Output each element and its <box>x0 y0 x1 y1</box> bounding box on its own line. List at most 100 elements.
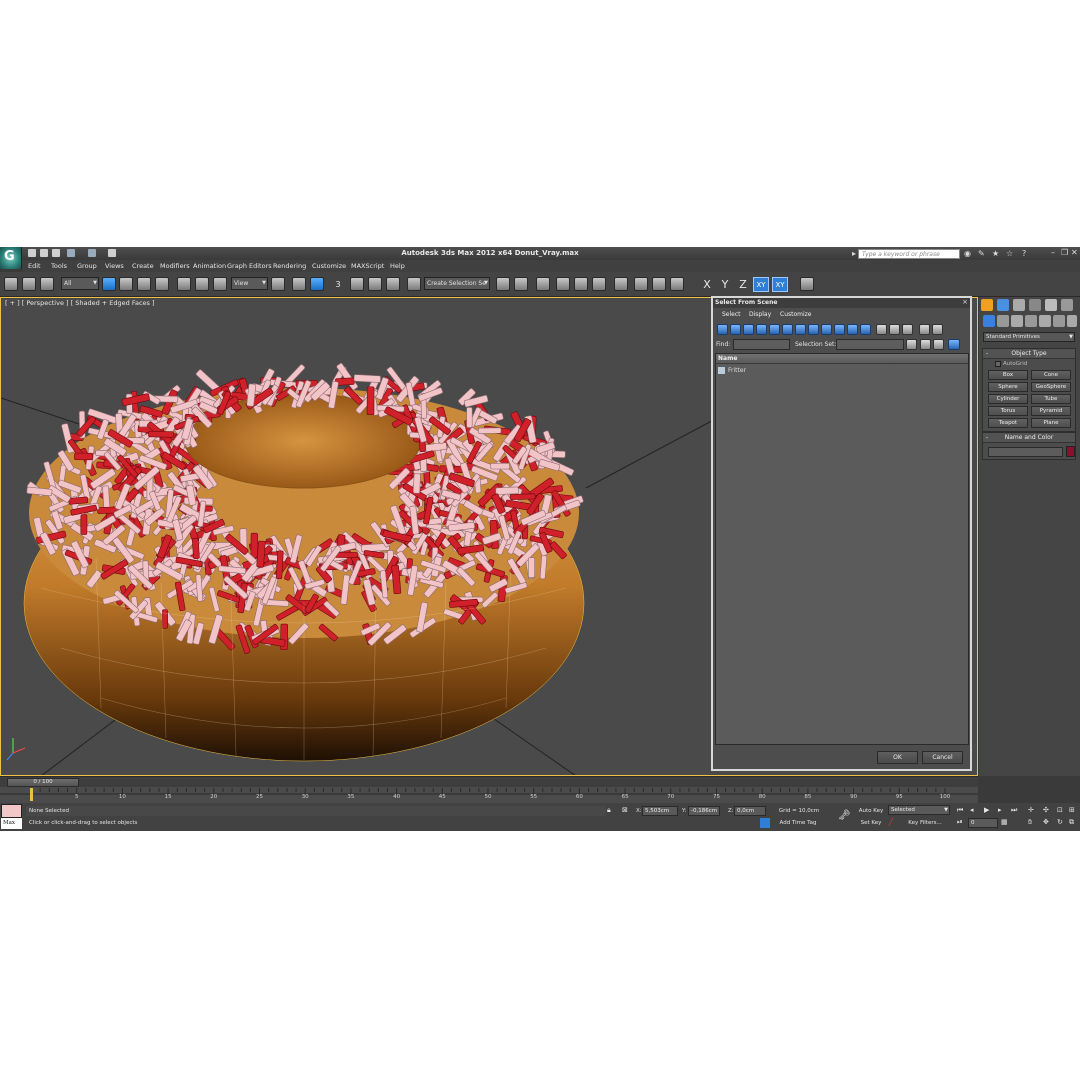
display-xrefs-icon[interactable] <box>808 324 819 335</box>
track-bar[interactable]: 5 10 15 20 25 30 35 40 45 50 55 60 65 70 75 80 85 90 95 100 <box>0 787 978 803</box>
edit-named-selection-icon[interactable] <box>407 277 421 291</box>
pivot-center-icon[interactable] <box>271 277 285 291</box>
select-all-icon[interactable] <box>876 324 887 335</box>
zoom-extents-all-icon[interactable]: ⊞ <box>1069 806 1075 814</box>
torus-button[interactable]: Torus <box>988 406 1028 416</box>
orbit-icon[interactable]: ↻ <box>1057 818 1063 826</box>
ok-button[interactable]: OK <box>877 751 918 764</box>
menu-modifiers[interactable]: Modifiers <box>160 262 190 270</box>
display-helpers-icon[interactable] <box>769 324 780 335</box>
axis-y-button[interactable]: Y <box>717 277 733 292</box>
display-bones-icon[interactable] <box>821 324 832 335</box>
close-icon[interactable]: ✕ <box>1071 248 1078 257</box>
time-tag-icon[interactable] <box>760 818 770 828</box>
menu-views[interactable]: Views <box>105 262 124 270</box>
set-key-mode-icon[interactable]: 🗝︎ <box>838 810 851 821</box>
utilities-tab-icon[interactable] <box>1061 299 1073 311</box>
hierarchy-tab-icon[interactable] <box>1013 299 1025 311</box>
selection-lock-icon[interactable]: 🔒︎ <box>607 806 611 815</box>
object-type-title[interactable]: Object Type <box>983 349 1075 359</box>
go-to-end-icon[interactable]: ⏭ <box>1011 806 1017 815</box>
key-filters-pencil-icon[interactable]: ╱ <box>889 818 893 826</box>
filter-options-icon[interactable] <box>932 324 943 335</box>
select-by-name-icon[interactable] <box>119 277 133 291</box>
autogrid-checkbox[interactable] <box>995 361 1001 367</box>
rectangular-selection-icon[interactable] <box>137 277 151 291</box>
z-coord-field[interactable]: 0,0cm <box>734 806 766 816</box>
box-button[interactable]: Box <box>988 370 1028 380</box>
menu-help[interactable]: Help <box>390 262 405 270</box>
scene-object-list[interactable]: Name Fritter <box>715 353 969 745</box>
helpers-category-icon[interactable] <box>1039 315 1051 327</box>
axis-xy-button[interactable]: XY <box>753 277 769 292</box>
layer-manager-icon[interactable] <box>536 277 550 291</box>
help-search-input[interactable]: Type a keyword or phrase <box>858 249 960 259</box>
key-selection-dropdown[interactable]: Selected <box>888 805 950 815</box>
menu-create[interactable]: Create <box>132 262 154 270</box>
help-icon[interactable]: ? <box>1022 249 1026 258</box>
dialog-close-icon[interactable]: × <box>962 298 968 306</box>
search-arrow-icon[interactable]: ▸ <box>852 249 856 258</box>
unlink-icon[interactable] <box>22 277 36 291</box>
display-containers-icon[interactable] <box>834 324 845 335</box>
menu-tools[interactable]: Tools <box>51 262 67 270</box>
select-manipulate-icon[interactable] <box>292 277 306 291</box>
render-production-icon[interactable] <box>670 277 684 291</box>
display-cameras-icon[interactable] <box>756 324 767 335</box>
sphere-button[interactable]: Sphere <box>988 382 1028 392</box>
field-of-view-icon[interactable]: ✋︎ <box>1028 818 1032 827</box>
play-icon[interactable]: ▶ <box>984 806 989 814</box>
selection-set-dropdown[interactable] <box>836 339 904 350</box>
axis-x-button[interactable]: X <box>699 277 715 292</box>
align-icon[interactable] <box>514 277 528 291</box>
go-to-start-icon[interactable]: ⏮ <box>957 806 963 815</box>
previous-frame-icon[interactable]: ◂ <box>970 806 974 814</box>
select-object-icon[interactable] <box>102 277 116 291</box>
plane-button[interactable]: Plane <box>1031 418 1071 428</box>
display-lights-icon[interactable] <box>743 324 754 335</box>
angle-snap-icon[interactable] <box>350 277 364 291</box>
rendered-frame-window-icon[interactable] <box>652 277 666 291</box>
pan-view-icon[interactable]: ✥ <box>1043 818 1049 826</box>
maxscript-label[interactable]: Max <box>1 818 22 829</box>
viewport-label[interactable]: [ + ] [ Perspective ] [ Shaded + Edged F… <box>5 299 155 307</box>
favorites-icon[interactable]: ★ <box>992 249 999 258</box>
display-hidden-icon[interactable] <box>860 324 871 335</box>
zoom-extents-icon[interactable]: ⊡ <box>1057 806 1063 814</box>
cylinder-button[interactable]: Cylinder <box>988 394 1028 404</box>
reference-coordinate-dropdown[interactable]: View <box>231 277 268 290</box>
maxscript-listener-mini[interactable] <box>1 804 22 818</box>
schematic-view-icon[interactable] <box>592 277 606 291</box>
menu-maxscript[interactable]: MAXScript <box>351 262 384 270</box>
maximize-viewport-icon[interactable]: ⧉ <box>1069 818 1074 827</box>
shapes-category-icon[interactable] <box>997 315 1009 327</box>
hierarchy-icon[interactable] <box>920 339 931 350</box>
tube-button[interactable]: Tube <box>1031 394 1071 404</box>
absolute-mode-icon[interactable]: ⊠ <box>622 806 628 814</box>
select-none-icon[interactable] <box>889 324 900 335</box>
name-column-header[interactable]: Name <box>716 354 968 364</box>
key-filters-button[interactable]: Key Filters... <box>900 818 950 828</box>
dialog-menu-customize[interactable]: Customize <box>780 311 812 318</box>
render-setup-icon[interactable] <box>634 277 648 291</box>
display-space-warps-icon[interactable] <box>782 324 793 335</box>
selection-filter-dropdown[interactable]: All <box>61 277 99 290</box>
dialog-menu-select[interactable]: Select <box>722 311 741 318</box>
restore-icon[interactable]: ❐ <box>1061 248 1068 257</box>
menu-rendering[interactable]: Rendering <box>273 262 306 270</box>
named-selection-dropdown[interactable]: Create Selection Se <box>424 277 490 290</box>
auto-key-button[interactable]: Auto Key <box>855 806 887 816</box>
material-editor-icon[interactable] <box>614 277 628 291</box>
pyramid-button[interactable]: Pyramid <box>1031 406 1071 416</box>
space-warps-category-icon[interactable] <box>1053 315 1065 327</box>
systems-category-icon[interactable] <box>1067 315 1077 327</box>
app-logo-icon[interactable]: G <box>0 247 22 269</box>
list-item[interactable]: Fritter <box>718 366 746 376</box>
display-frozen-icon[interactable] <box>847 324 858 335</box>
motion-tab-icon[interactable] <box>1029 299 1041 311</box>
snap-toggle[interactable]: 3 <box>330 277 346 292</box>
x-coord-field[interactable]: 5,503cm <box>642 806 678 816</box>
link-icon[interactable] <box>4 277 18 291</box>
display-shapes-icon[interactable] <box>730 324 741 335</box>
window-crossing-icon[interactable] <box>155 277 169 291</box>
